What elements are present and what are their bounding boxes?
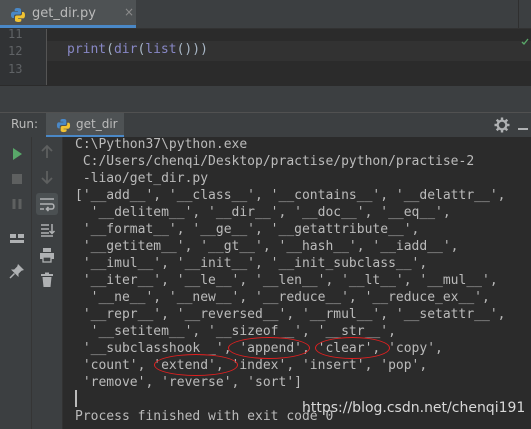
console-line: -liao/get_dir.py [75, 171, 209, 186]
run-toolbar [0, 137, 63, 429]
console-line: 'count', 'extend', 'index', 'insert', 'p… [75, 358, 428, 373]
pin-icon[interactable] [8, 262, 26, 280]
editor-file-tab[interactable]: get_dir.py × [0, 0, 136, 28]
hide-panel-icon[interactable] [516, 117, 530, 133]
console-line: C:\Python37\python.exe [75, 137, 248, 152]
text-caret [75, 390, 77, 407]
console-line: C:/Users/chenqi/Desktop/practise/python/… [75, 154, 475, 169]
run-tab-label: get_dir [76, 117, 118, 131]
scroll-to-end-icon[interactable] [38, 221, 56, 239]
python-file-icon [10, 7, 26, 27]
watermark: https://blog.csdn.net/chenqi191 [302, 400, 526, 416]
trash-icon[interactable] [38, 271, 56, 289]
run-label: Run: [11, 117, 39, 131]
code-paren: ( [106, 42, 114, 57]
tab-bar-edge [518, 0, 531, 28]
line-number: 13 [8, 62, 23, 76]
down-arrow-icon[interactable] [38, 168, 56, 186]
console-line: 'remove', 'reverse', 'sort'] [75, 375, 302, 390]
console-line: '__format__', '__ge__', '__getattribute_… [75, 222, 420, 237]
code-close-parens: ())) [176, 42, 208, 57]
inspection-check-icon[interactable] [521, 31, 529, 46]
line-number: 11 [8, 27, 23, 41]
console-line: '__getitem__', '__gt__', '__hash__', '__… [75, 239, 459, 254]
console-line: '__ne__', '__new__', '__reduce__', '__re… [75, 290, 490, 305]
console-line: '__delitem__', '__dir__', '__doc__', '__… [75, 205, 451, 220]
highlight-ring-append [228, 337, 310, 359]
print-icon[interactable] [38, 246, 56, 264]
pause-icon[interactable] [8, 195, 26, 213]
stop-icon[interactable] [8, 170, 26, 188]
console-line: ['__add__', '__class__', '__contains__',… [75, 188, 506, 203]
line-number-gutter: 11 12 13 [0, 27, 47, 85]
code-print: print [67, 42, 107, 57]
up-arrow-icon[interactable] [38, 143, 56, 161]
close-tab-icon[interactable]: × [124, 5, 134, 19]
console-line: '__imul__', '__init__', '__init_subclass… [75, 256, 428, 271]
code-line[interactable]: print(dir(list())) [67, 42, 208, 57]
console-line: '__repr__', '__reversed__', '__rmul__', … [75, 307, 506, 322]
code-editor[interactable]: 11 12 13 print(dir(list())) [0, 27, 531, 85]
line-number: 12 [8, 44, 23, 58]
editor-tab-label: get_dir.py [32, 6, 96, 21]
editor-tab-bar: get_dir.py × [0, 0, 531, 29]
console-line: Process finished with exit code 0 [75, 409, 334, 424]
console-line: '__iter__', '__le__', '__len__', '__lt__… [75, 273, 498, 288]
code-dir: dir [113, 42, 138, 57]
highlight-ring-extend [154, 354, 238, 376]
highlight-ring-clear [315, 337, 390, 359]
soft-wrap-icon[interactable] [36, 193, 58, 215]
gear-icon[interactable] [494, 117, 510, 133]
code-list: list [145, 42, 177, 57]
run-tool-window-header: Run: get_dir [0, 112, 531, 138]
run-config-tab[interactable]: get_dir [46, 113, 124, 137]
run-icon[interactable] [8, 145, 26, 163]
console-output[interactable]: C:\Python37\python.exe C:/Users/chenqi/D… [63, 137, 531, 429]
python-file-icon [56, 118, 71, 137]
toolbar-divider [31, 137, 32, 429]
layout-icon[interactable] [8, 229, 26, 247]
panel-splitter[interactable] [0, 85, 531, 113]
